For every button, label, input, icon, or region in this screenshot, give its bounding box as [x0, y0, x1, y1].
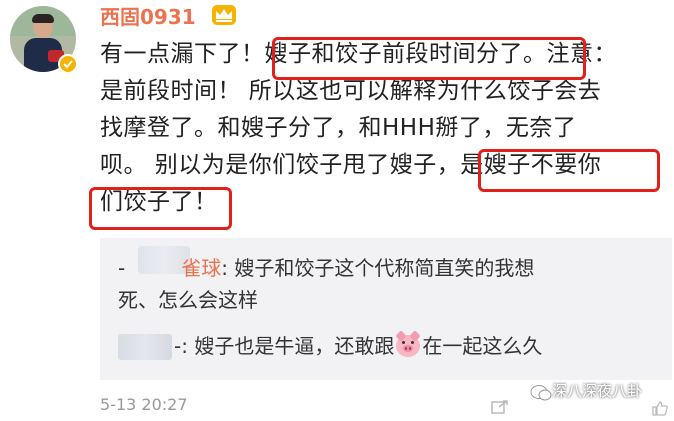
crown-icon [212, 5, 236, 25]
share-icon[interactable] [491, 399, 509, 415]
reply-username[interactable]: 雀球 [181, 256, 221, 280]
username[interactable]: 西固0931 [100, 5, 196, 29]
wechat-icon [530, 385, 552, 401]
post-line: 找摩登了。和嫂子分了，和HHH掰了，无奈了 [100, 115, 577, 141]
highlight-box [89, 187, 232, 230]
highlight-box [272, 37, 586, 80]
reply-line: 死、怎么会这样 [118, 288, 258, 312]
verified-badge-icon [58, 54, 78, 74]
quoted-replies: - 雀球: 嫂子和饺子这个代称简直笑的我想 死、怎么会这样 -: 嫂子也是牛逼，还… [100, 238, 672, 380]
reply-line: - 雀球: 嫂子和饺子这个代称简直笑的我想 [118, 256, 535, 280]
highlight-box [478, 149, 660, 192]
post-timestamp: 5-13 20:27 [100, 395, 188, 414]
pig-emoji-icon [395, 330, 421, 357]
watermark-text: 深八深夜八卦 [552, 382, 643, 400]
like-icon[interactable] [651, 400, 669, 416]
reply-line: -: 嫂子也是牛逼，还敢跟 在一起这么久 [118, 330, 542, 360]
